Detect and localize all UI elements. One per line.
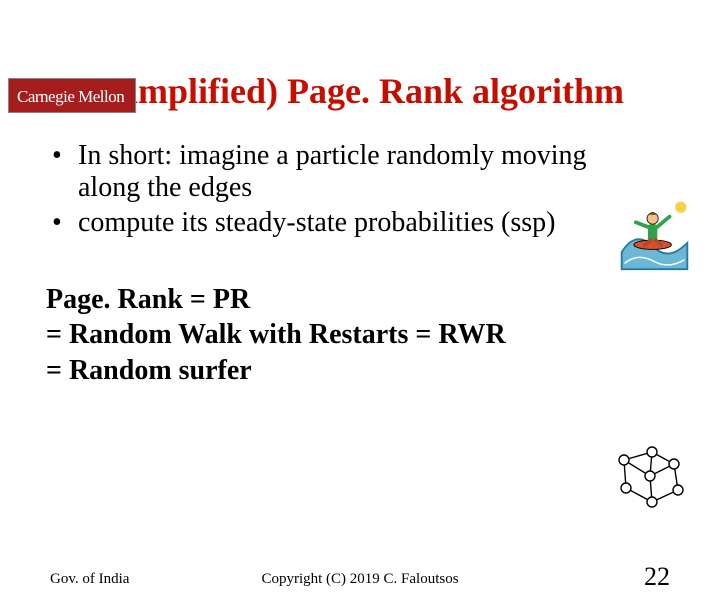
equations-block: Page. Rank = PR = Random Walk with Resta…: [46, 282, 606, 389]
bullet-text: compute its steady-state probabilities (…: [78, 207, 555, 238]
page-number: 22: [644, 562, 670, 592]
equation-line: = Random surfer: [46, 353, 606, 389]
bullet-list: In short: imagine a particle randomly mo…: [50, 140, 620, 240]
footer-center: Copyright (C) 2019 C. Faloutsos: [0, 571, 720, 588]
logo-text: Carnegie Mellon: [17, 87, 124, 106]
equation-line: = Random Walk with Restarts = RWR: [46, 317, 606, 353]
graph-illustration: [612, 442, 692, 512]
bullet-text: In short: imagine a particle randomly mo…: [78, 140, 587, 203]
surfer-illustration: [617, 196, 692, 271]
university-logo: Carnegie Mellon: [8, 78, 136, 113]
equation-line: Page. Rank = PR: [46, 282, 606, 318]
bullet-item: In short: imagine a particle randomly mo…: [50, 140, 620, 204]
bullet-item: compute its steady-state probabilities (…: [50, 207, 620, 239]
